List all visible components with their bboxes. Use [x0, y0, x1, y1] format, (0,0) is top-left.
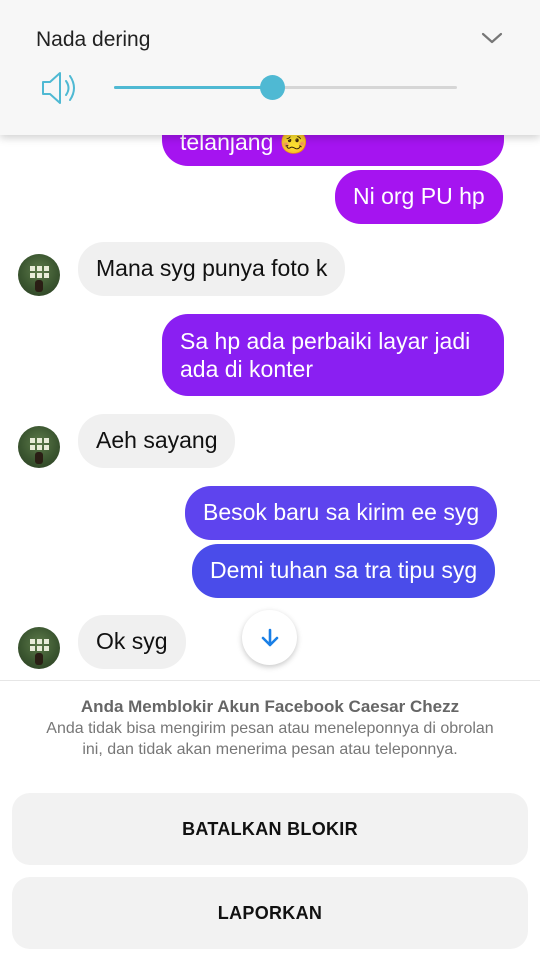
- blocked-notice-panel: Anda Memblokir Akun Facebook Caesar Chez…: [0, 680, 540, 960]
- volume-panel: Nada dering: [0, 0, 540, 135]
- outgoing-message[interactable]: Demi tuhan sa tra tipu syg: [192, 544, 496, 598]
- blocked-notice-description: Anda tidak bisa mengirim pesan atau mene…: [46, 720, 494, 758]
- speaker-icon[interactable]: [40, 70, 80, 106]
- outgoing-message[interactable]: Besok baru sa kirim ee syg: [185, 486, 498, 540]
- report-button[interactable]: LAPORKAN: [12, 877, 528, 949]
- unblock-button[interactable]: BATALKAN BLOKIR: [12, 793, 528, 865]
- incoming-message[interactable]: Ok syg: [78, 615, 186, 669]
- volume-panel-title: Nada dering: [36, 28, 151, 51]
- messenger-screen: telanjang 🥴 Ni org PU hp Mana syg punya …: [0, 0, 540, 960]
- contact-avatar[interactable]: [18, 426, 60, 468]
- blocked-notice-title: Anda Memblokir Akun Facebook Caesar Chez…: [80, 697, 460, 716]
- scroll-to-bottom-button[interactable]: [242, 610, 297, 665]
- contact-avatar[interactable]: [18, 627, 60, 669]
- outgoing-message[interactable]: Sa hp ada perbaiki layar jadi ada di kon…: [162, 314, 504, 396]
- incoming-message[interactable]: Aeh sayang: [78, 414, 236, 468]
- incoming-message[interactable]: Mana syg punya foto k: [78, 242, 346, 296]
- volume-slider[interactable]: [114, 75, 457, 100]
- volume-slider-thumb[interactable]: [259, 75, 285, 100]
- chevron-down-icon[interactable]: [481, 30, 503, 46]
- contact-avatar[interactable]: [18, 254, 60, 296]
- volume-slider-fill: [114, 86, 272, 89]
- arrow-down-icon: [261, 628, 278, 646]
- outgoing-message[interactable]: Ni org PU hp: [335, 170, 503, 224]
